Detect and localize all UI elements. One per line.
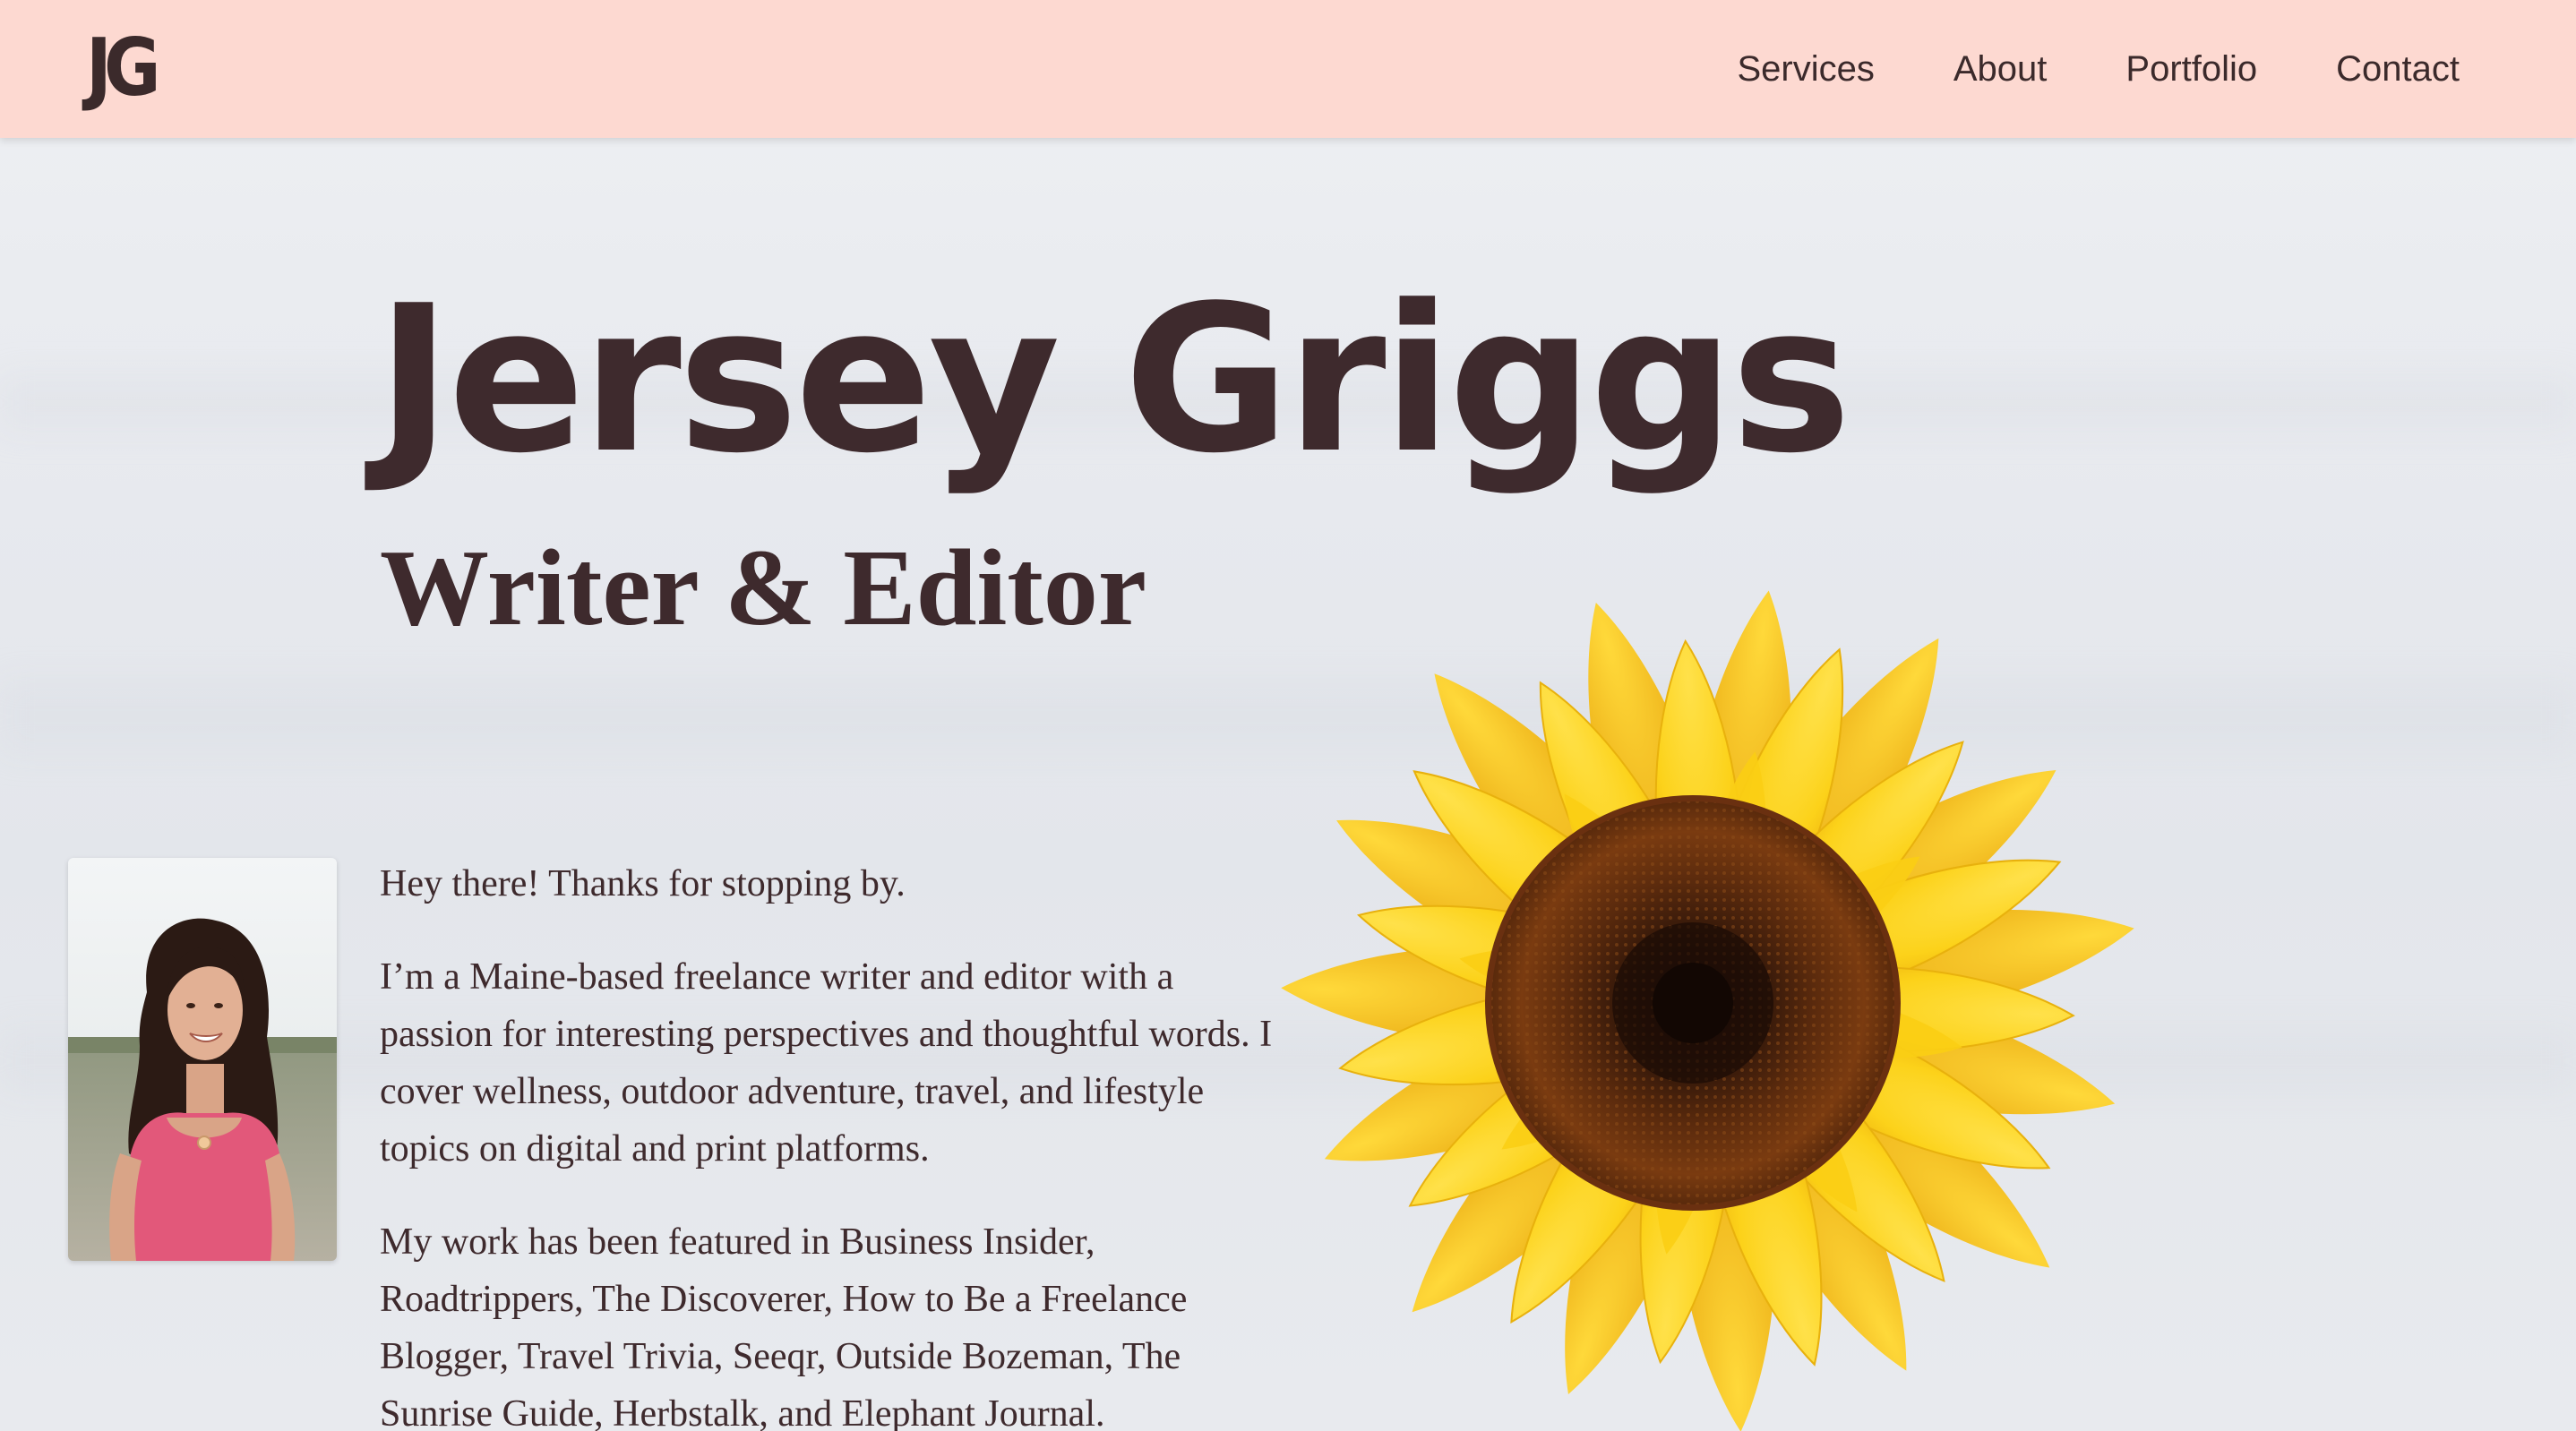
intro-paragraph: Hey there! Thanks for stopping by. [380, 863, 906, 904]
main-nav: Services About Portfolio Contact [1737, 0, 2460, 138]
page: JG Services About Portfolio Contact Jers… [0, 0, 2576, 1431]
logo: JG [86, 21, 161, 114]
nav-services[interactable]: Services [1737, 49, 1874, 90]
intro-paragraph: My work has been featured in Business In… [380, 1221, 1188, 1431]
page-subtitle: Writer & Editor [380, 527, 1147, 648]
portrait-photo [68, 858, 337, 1261]
logo-link[interactable]: JG [86, 23, 193, 113]
nav-contact[interactable]: Contact [2336, 49, 2460, 90]
intro-text: Hey there! Thanks for stopping by. I’m a… [380, 855, 1284, 1431]
page-title: Jersey Griggs [376, 262, 1851, 498]
nav-portfolio[interactable]: Portfolio [2125, 49, 2257, 90]
sunflower-image [1279, 584, 2143, 1431]
nav-about[interactable]: About [1953, 49, 2048, 90]
intro-paragraph: I’m a Maine-based freelance writer and e… [380, 956, 1273, 1170]
portrait-image [68, 858, 337, 1261]
site-header: JG Services About Portfolio Contact [0, 0, 2576, 138]
